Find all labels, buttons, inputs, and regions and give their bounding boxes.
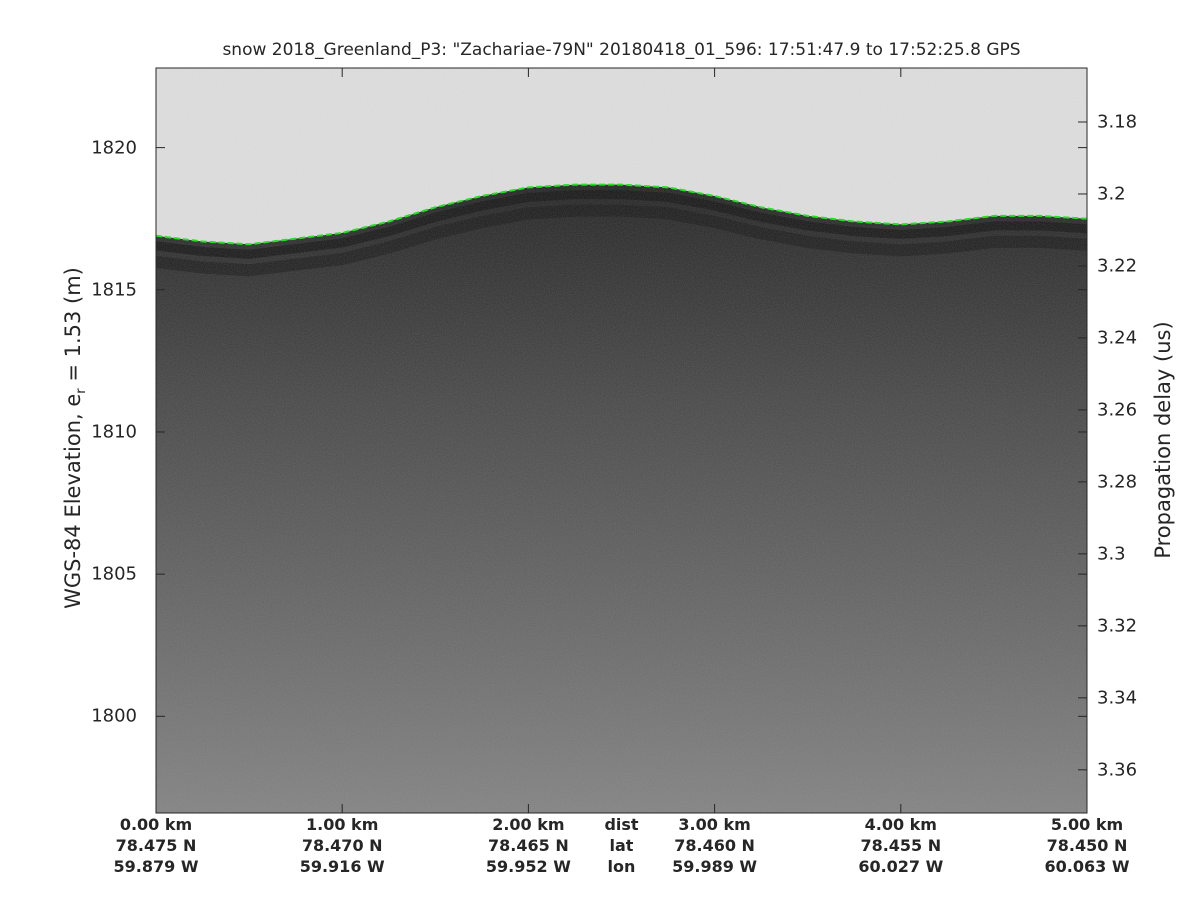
x-tick-dist: 4.00 km bbox=[864, 815, 937, 834]
x-tick-label: 0.00 km 78.475 N 59.879 W bbox=[114, 814, 199, 877]
y2-tick-label: 3.28 bbox=[1097, 471, 1138, 493]
y2-tick-label: 3.32 bbox=[1097, 615, 1138, 637]
x-tick-lat: 78.465 N bbox=[488, 836, 569, 855]
y-tick-label: 1805 bbox=[91, 563, 137, 585]
y2-tick-label: 3.18 bbox=[1097, 111, 1138, 133]
x-tick-label: 5.00 km 78.450 N 60.063 W bbox=[1045, 814, 1130, 877]
y2-tick-label: 3.22 bbox=[1097, 255, 1138, 277]
x-tick-lon: 59.916 W bbox=[299, 857, 385, 876]
y2-tick-label: 3.24 bbox=[1097, 327, 1138, 349]
x-tick-lat: 78.475 N bbox=[115, 836, 197, 855]
x-tick-dist: 2.00 km bbox=[492, 815, 565, 834]
x-tick-lon: 59.989 W bbox=[672, 857, 758, 876]
x-tick-lon: 59.952 W bbox=[485, 857, 571, 876]
x-tick-lon: lon bbox=[607, 857, 636, 876]
y-tick-label: 1810 bbox=[91, 421, 137, 443]
x-tick-lat: lat bbox=[609, 836, 634, 855]
x-tick-dist: dist bbox=[604, 815, 639, 834]
x-tick-dist: 5.00 km bbox=[1050, 815, 1124, 834]
y-tick-label: 1815 bbox=[91, 279, 137, 301]
x-tick-lat: 78.455 N bbox=[860, 836, 942, 855]
y2-tick-label: 3.34 bbox=[1097, 687, 1138, 709]
speckle-noise bbox=[156, 68, 1087, 813]
x-row-labels: dist lat lon bbox=[604, 814, 638, 877]
x-tick-lon: 60.027 W bbox=[858, 857, 944, 876]
y-axis-label: WGS-84 Elevation, er = 1.53 (m) bbox=[60, 267, 90, 609]
y2-tick-label: 3.26 bbox=[1097, 399, 1138, 421]
y2-axis-label: Propagation delay (us) bbox=[1151, 321, 1175, 559]
x-tick-dist: 0.00 km bbox=[119, 815, 193, 834]
x-tick-lat: 78.460 N bbox=[674, 836, 755, 855]
y-tick-label: 1800 bbox=[91, 705, 137, 727]
x-tick-dist: 3.00 km bbox=[678, 815, 751, 834]
x-tick-lat: 78.450 N bbox=[1046, 836, 1128, 855]
y-tick-label: 1820 bbox=[91, 137, 137, 159]
y2-tick-label: 3.3 bbox=[1097, 543, 1126, 565]
x-tick-label: 3.00 km 78.460 N 59.989 W bbox=[672, 814, 757, 877]
x-tick-lon: 59.879 W bbox=[113, 857, 199, 876]
x-tick-label: 1.00 km 78.470 N 59.916 W bbox=[300, 814, 385, 877]
y2-tick-label: 3.2 bbox=[1097, 183, 1126, 205]
x-tick-label: 4.00 km 78.455 N 60.027 W bbox=[858, 814, 943, 877]
x-tick-label: 2.00 km 78.465 N 59.952 W bbox=[486, 814, 571, 877]
echogram-plot bbox=[155, 67, 1088, 814]
y2-tick-label: 3.36 bbox=[1097, 759, 1138, 781]
x-tick-lat: 78.470 N bbox=[301, 836, 383, 855]
x-tick-lon: 60.063 W bbox=[1044, 857, 1130, 876]
x-tick-dist: 1.00 km bbox=[306, 815, 379, 834]
